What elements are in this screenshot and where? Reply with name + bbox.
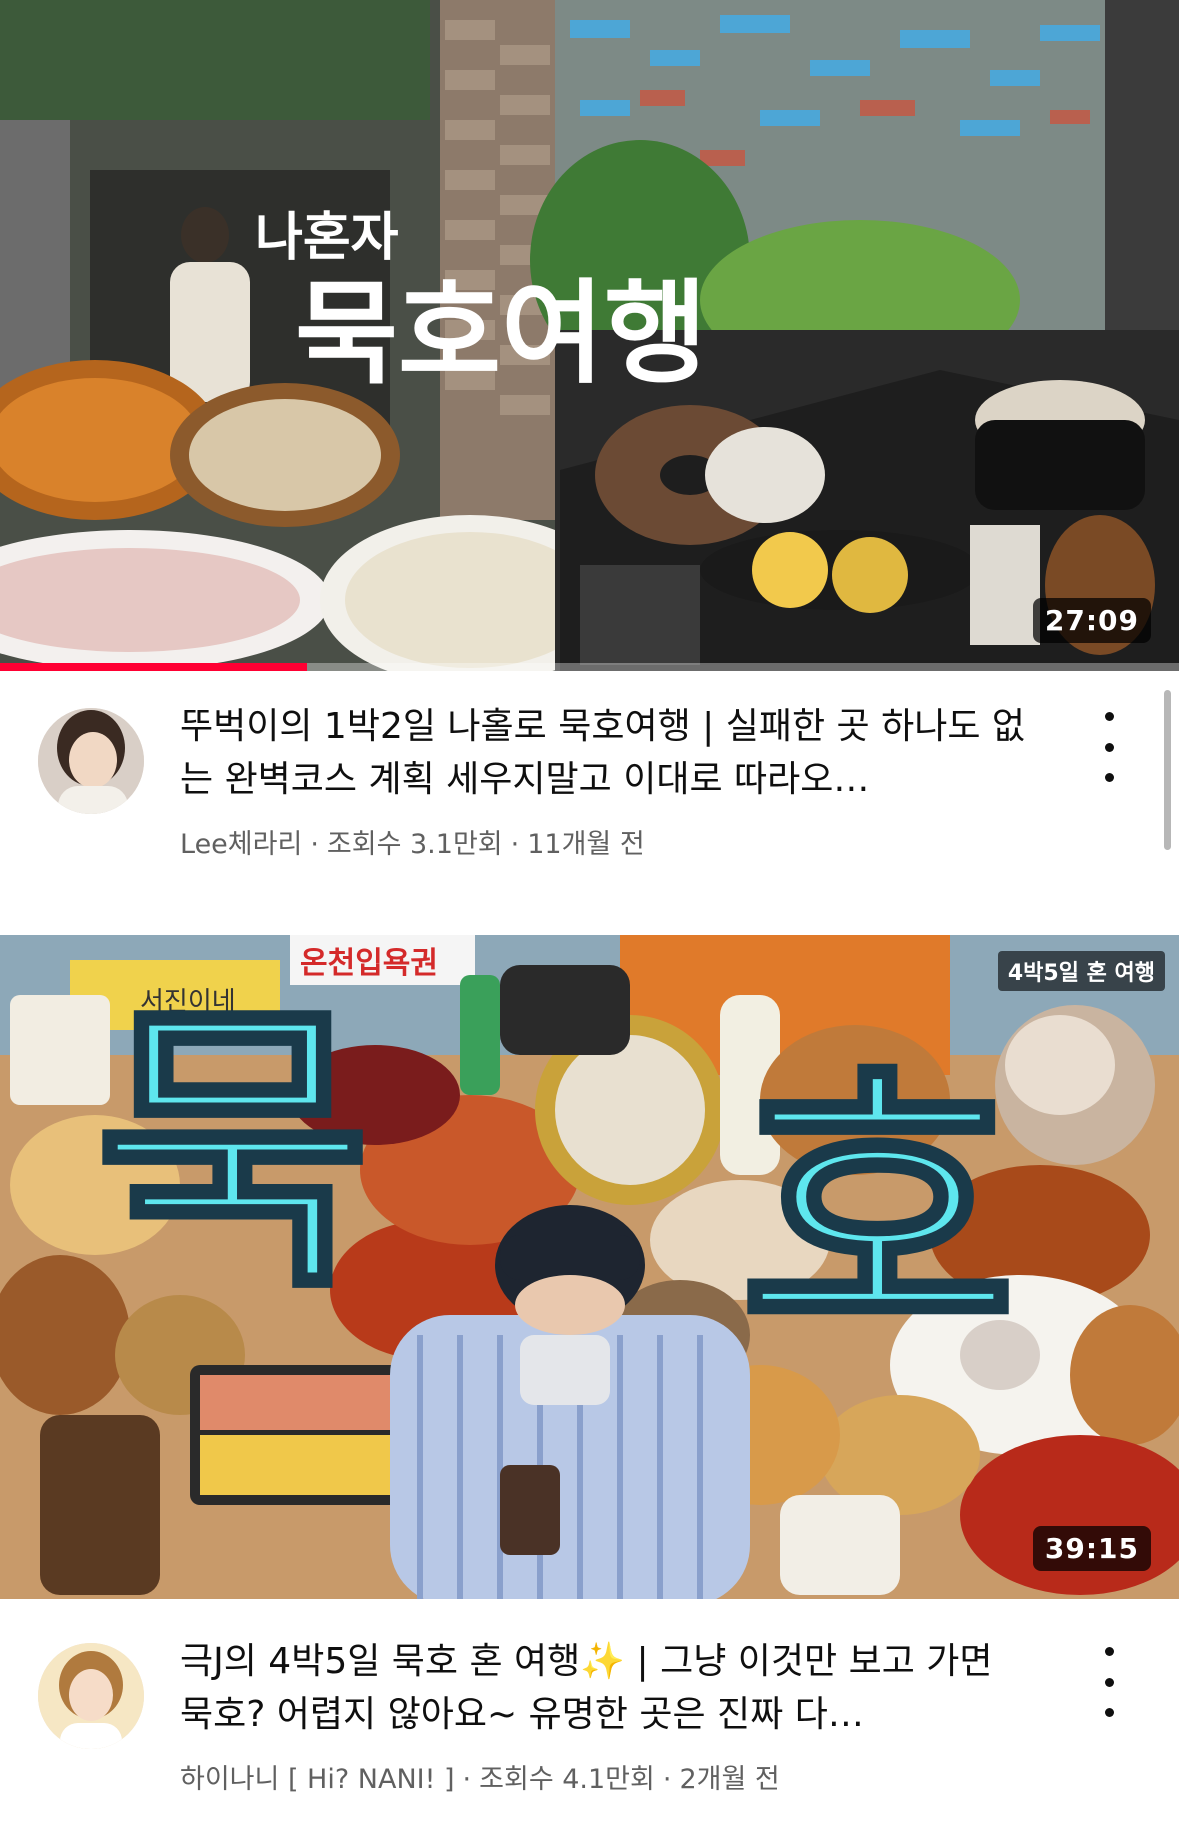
thumbnail-big-right-text: 호	[740, 1037, 1016, 1386]
thumbnail-image: 서진이네 온천입욕권 묵 호	[0, 935, 1179, 1599]
thumbnail-big-text: 묵호여행	[295, 269, 707, 399]
upload-age: 11개월 전	[527, 829, 645, 860]
channel-avatar[interactable]	[38, 708, 144, 814]
video-duration-badge: 27:09	[1032, 598, 1151, 643]
view-count: 조회수 3.1만회	[326, 829, 503, 860]
separator-dot: ·	[510, 829, 520, 860]
separator-dot: ·	[662, 1764, 672, 1795]
thumbnail-corner-label: 4박5일 혼 여행	[997, 951, 1165, 991]
video-duration-badge: 39:15	[1032, 1526, 1151, 1571]
video-title[interactable]: 뚜벅이의 1박2일 나홀로 묵호여행 | 실패한 곳 하나도 없는 완벽코스 계…	[180, 700, 1030, 806]
separator-dot: ·	[462, 1764, 472, 1795]
watch-progress-track	[0, 663, 1179, 671]
channel-name[interactable]: Lee체라리	[180, 822, 302, 861]
thumbnail-image: 나혼자 묵호여행	[0, 0, 1179, 671]
video-subtitle: 하이나니 [ Hi? NANI! ] · 조회수 4.1만회 · 2개월 전	[180, 1757, 780, 1796]
channel-name[interactable]: 하이나니 [ Hi? NANI! ]	[180, 1757, 455, 1796]
video-feed: 나혼자 묵호여행 27:09 뚜벅이의 1박2일 나홀로 묵호여행 | 실패한 …	[0, 0, 1179, 1836]
scrollbar[interactable]	[1164, 690, 1171, 850]
watch-progress-fill	[0, 663, 307, 671]
upload-age: 2개월 전	[679, 1764, 780, 1795]
more-vert-icon[interactable]	[1087, 712, 1131, 782]
video-meta: 뚜벅이의 1박2일 나홀로 묵호여행 | 실패한 곳 하나도 없는 완벽코스 계…	[0, 700, 1179, 870]
more-vert-icon[interactable]	[1087, 1647, 1131, 1717]
video-thumbnail[interactable]: 서진이네 온천입욕권 묵 호 4박5일 혼 여행 39:15	[0, 935, 1179, 1599]
video-subtitle: Lee체라리 · 조회수 3.1만회 · 11개월 전	[180, 822, 645, 861]
thumbnail-sign-text: 온천입욕권	[300, 946, 438, 981]
thumbnail-small-text: 나혼자	[255, 208, 399, 268]
video-thumbnail[interactable]: 나혼자 묵호여행 27:09	[0, 0, 1179, 671]
channel-avatar[interactable]	[38, 1643, 144, 1749]
video-title[interactable]: 극J의 4박5일 묵호 혼 여행✨ | 그냥 이것만 보고 가면 묵호? 어렵지…	[180, 1635, 1030, 1741]
thumbnail-big-left-text: 묵	[95, 977, 371, 1326]
view-count: 조회수 4.1만회	[479, 1764, 655, 1795]
separator-dot: ·	[310, 829, 319, 860]
